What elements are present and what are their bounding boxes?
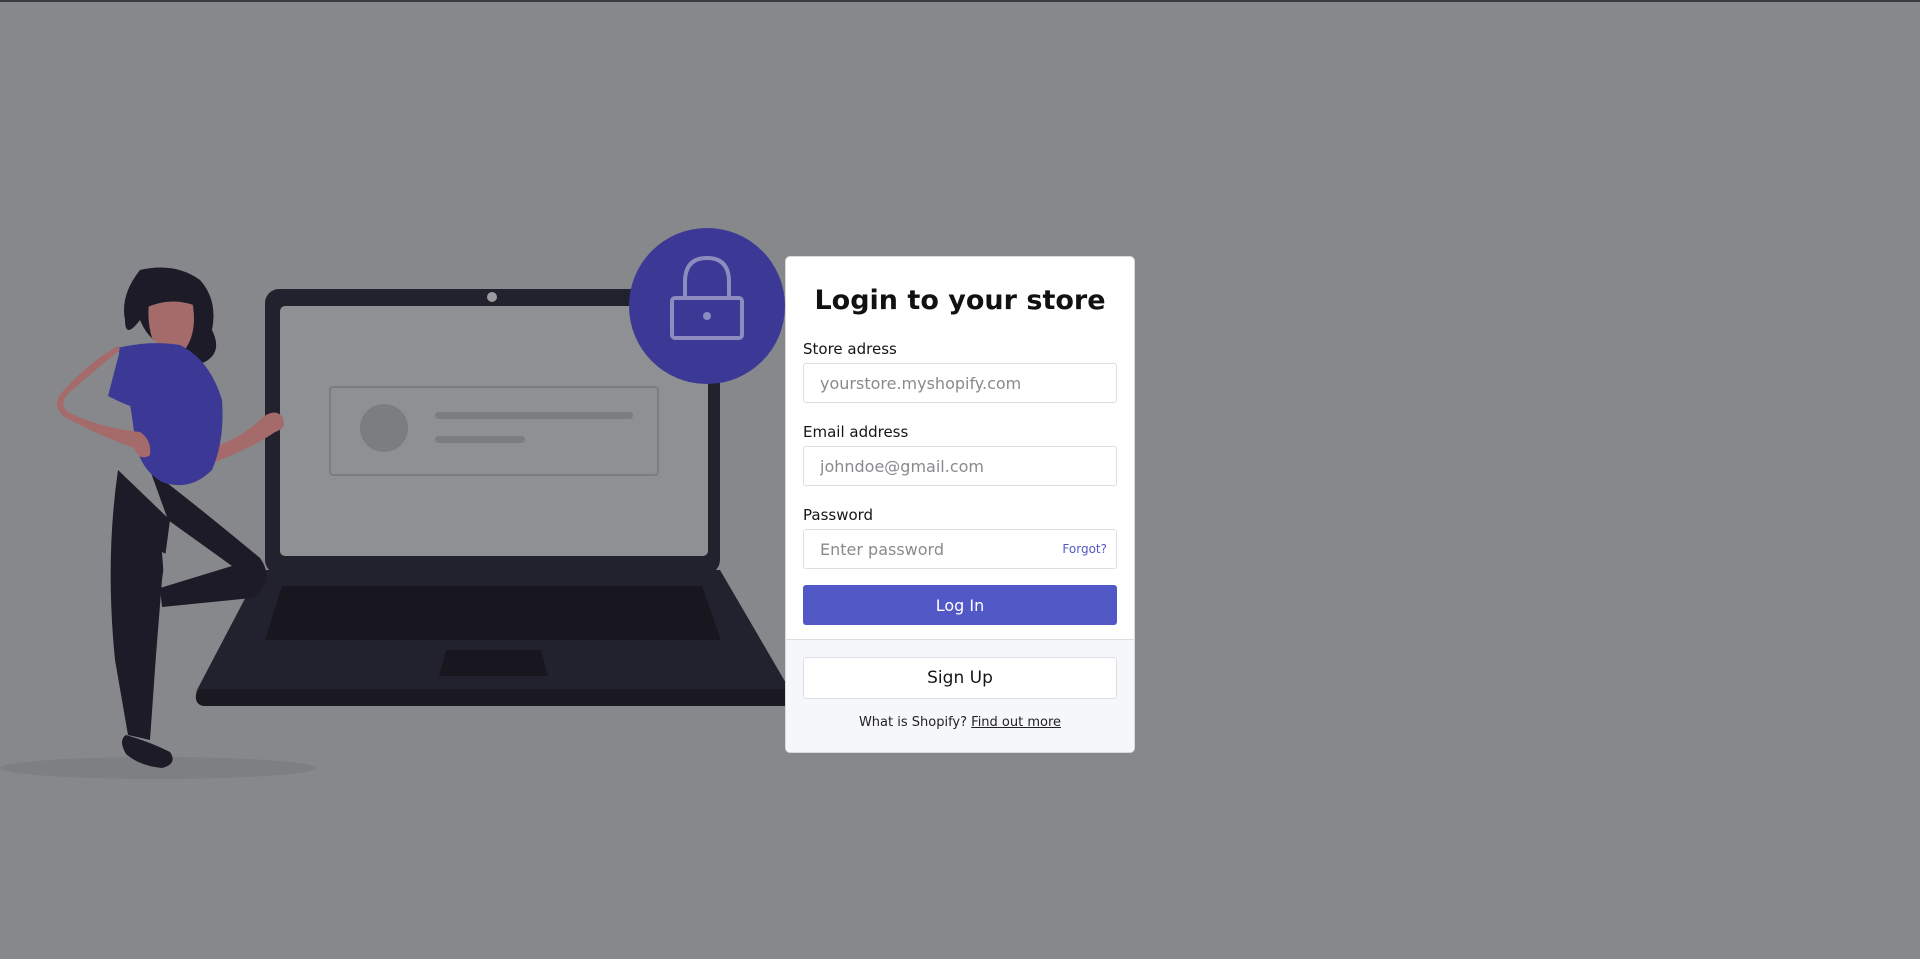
signup-button[interactable]: Sign Up	[803, 657, 1117, 699]
find-out-more-link[interactable]: Find out more	[971, 715, 1061, 730]
email-address-field	[803, 446, 1117, 486]
store-address-input[interactable]	[804, 364, 1116, 402]
login-button[interactable]: Log In	[803, 585, 1117, 625]
lock-icon	[629, 228, 785, 384]
top-border	[0, 0, 1920, 2]
forgot-password-link[interactable]: Forgot?	[1062, 542, 1107, 556]
store-address-label: Store adress	[803, 340, 897, 358]
email-address-label: Email address	[803, 423, 909, 441]
about-shopify: What is Shopify? Find out more	[803, 715, 1117, 730]
about-shopify-text: What is Shopify?	[858, 715, 968, 730]
login-title: Login to your store	[814, 285, 1106, 316]
laptop-camera	[487, 292, 497, 302]
login-form: Store adress Email address Password Forg…	[786, 340, 1134, 625]
password-field: Forgot?	[803, 529, 1117, 569]
password-label: Password	[803, 506, 874, 524]
email-address-input[interactable]	[804, 447, 1116, 485]
login-card: Login to your store Store adress Email a…	[785, 256, 1135, 753]
laptop-keyboard	[265, 586, 721, 640]
store-address-field	[803, 363, 1117, 403]
card-footer: Sign Up What is Shopify? Find out more	[786, 639, 1134, 752]
login-illustration	[0, 228, 792, 779]
laptop-touchpad	[439, 650, 548, 676]
